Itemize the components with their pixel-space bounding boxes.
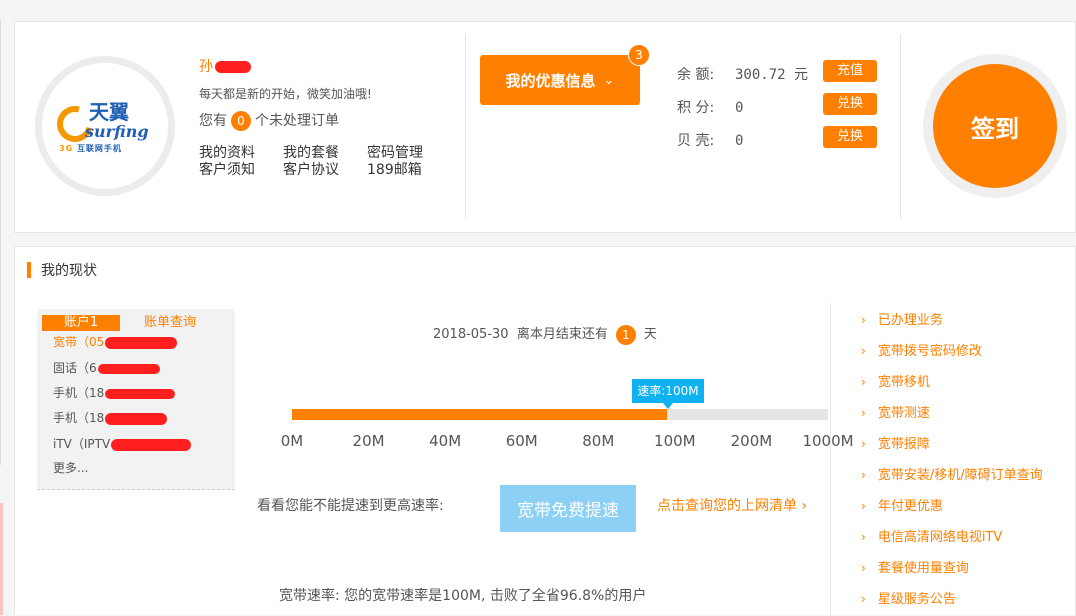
profile-links: 我的资料 我的套餐 密码管理 客户须知 客户协议 189邮箱 <box>199 145 459 179</box>
redaction-mark <box>215 61 251 73</box>
logo-brand-cn: 天翼 <box>89 100 129 124</box>
menu-item-speed-test[interactable]: › 宽带测速 <box>861 398 1043 429</box>
more-services-link[interactable]: 更多... <box>53 459 88 476</box>
chevron-right-icon: › <box>861 375 866 389</box>
left-edge <box>0 20 1 465</box>
recharge-button[interactable]: 充值 <box>823 60 877 82</box>
speed-tick-label: 1000M <box>802 432 854 450</box>
service-item-landline[interactable]: 固话（6 <box>53 359 160 376</box>
orders-count-badge: 0 <box>231 111 251 131</box>
menu-item-itv[interactable]: › 电信高清网络电视iTV <box>861 522 1043 553</box>
sign-in-button[interactable]: 签到 <box>933 64 1057 188</box>
logo-brand-en: surfing <box>85 122 149 141</box>
link-my-plan[interactable]: 我的套餐 <box>283 145 367 162</box>
chevron-right-icon: › <box>861 406 866 420</box>
usage-list-link[interactable]: 点击查询您的上网清单 › <box>657 495 807 515</box>
menu-item-report-fault[interactable]: › 宽带报障 <box>861 429 1043 460</box>
menu-item-dialup-password[interactable]: › 宽带拨号密码修改 <box>861 336 1043 367</box>
chevron-down-icon: ⌄ <box>603 72 615 88</box>
shells-label: 贝 壳: <box>677 133 715 149</box>
redaction-mark <box>105 388 176 399</box>
balance-row: 余 额: 300.72 元 <box>677 64 808 84</box>
chevron-right-icon: › <box>861 344 866 358</box>
shells-row: 贝 壳: 0 <box>677 130 743 150</box>
points-redeem-button[interactable]: 兑换 <box>823 93 877 115</box>
avatar: 天翼 surfing 3G 互联网手机 <box>35 56 175 196</box>
redaction-mark <box>105 336 178 349</box>
days-left-badge: 1 <box>615 324 636 345</box>
user-motto: 每天都是新的开始，微笑加油哦! <box>199 87 372 101</box>
link-my-profile[interactable]: 我的资料 <box>199 145 283 162</box>
account-panel: 账户1 账单查询 宽带（05 固话（6 手机（18 手机（18 iTV（IPTV… <box>37 309 235 490</box>
speed-tick-label: 100M <box>654 432 696 450</box>
service-item-mobile-2[interactable]: 手机（18 <box>53 409 168 426</box>
chevron-right-icon: › <box>797 498 808 514</box>
speed-fill <box>292 409 668 420</box>
menu-item-handled-services[interactable]: › 已办理业务 <box>861 305 1043 336</box>
chevron-right-icon: › <box>861 468 866 482</box>
balance-label: 余 额: <box>677 67 715 83</box>
chevron-right-icon: › <box>861 437 866 451</box>
menu-item-order-query[interactable]: › 宽带安装/移机/障碍订单查询 <box>861 460 1043 491</box>
speed-tick-label: 20M <box>352 432 385 450</box>
bill-query-link[interactable]: 账单查询 <box>144 315 196 331</box>
shells-value: 0 <box>735 133 744 149</box>
balance-value: 300.72 元 <box>735 67 809 83</box>
service-item-mobile-1[interactable]: 手机（18 <box>53 384 176 401</box>
service-menu: › 已办理业务 › 宽带拨号密码修改 › 宽带移机 › 宽带测速 › 宽带报障 › 宽带安装… <box>861 305 1043 615</box>
free-speedup-button[interactable]: 宽带免费提速 <box>500 485 636 532</box>
chevron-right-icon: › <box>861 592 866 606</box>
speed-tick-label: 200M <box>730 432 773 450</box>
accel-question: 看看您能不能提速到更高速率: <box>257 498 444 514</box>
promo-info-button[interactable]: 我的优惠信息 ⌄ <box>480 55 640 105</box>
points-value: 0 <box>735 100 744 116</box>
user-name: 孙 <box>199 56 251 76</box>
menu-item-star-notice[interactable]: › 星级服务公告 <box>861 584 1043 615</box>
divider <box>830 303 831 616</box>
speed-tick-label: 0M <box>280 432 304 450</box>
current-date: 2018-05-30 <box>433 327 509 342</box>
surfing-logo-icon: 天翼 surfing 3G 互联网手机 <box>50 96 155 156</box>
status-card: 我的现状 账户1 账单查询 宽带（05 固话（6 手机（18 手机（18 iTV… <box>14 246 1076 616</box>
menu-item-broadband-move[interactable]: › 宽带移机 <box>861 367 1043 398</box>
speed-tick-label: 60M <box>505 432 538 450</box>
sign-in-ring: 签到 <box>923 54 1067 198</box>
link-password[interactable]: 密码管理 <box>367 145 451 162</box>
divider <box>465 34 466 220</box>
speed-tooltip: 速率:100M <box>632 379 704 409</box>
link-customer-agreement[interactable]: 客户协议 <box>283 162 367 179</box>
points-row: 积 分: 0 <box>677 97 743 117</box>
shells-redeem-button[interactable]: 兑换 <box>823 126 877 148</box>
section-title: 我的现状 <box>27 260 97 280</box>
speed-tick-label: 80M <box>582 432 615 450</box>
link-189-mail[interactable]: 189邮箱 <box>367 162 451 179</box>
month-countdown: 2018-05-30 离本月结束还有 1 天 <box>433 323 657 345</box>
left-edge-strip <box>0 503 3 615</box>
top-bar <box>0 0 1076 20</box>
chevron-right-icon: › <box>861 530 866 544</box>
chevron-right-icon: › <box>861 561 866 575</box>
pending-orders[interactable]: 您有 0 个未处理订单 <box>199 110 339 131</box>
chevron-right-icon: › <box>861 313 866 327</box>
redaction-mark <box>105 412 168 425</box>
speed-track <box>292 409 828 420</box>
speed-tick-label: 40M <box>429 432 462 450</box>
redaction-mark <box>97 363 160 374</box>
menu-item-annual-discount[interactable]: › 年付更优惠 <box>861 491 1043 522</box>
tab-account-1[interactable]: 账户1 <box>42 315 120 331</box>
menu-item-usage-query[interactable]: › 套餐使用量查询 <box>861 553 1043 584</box>
service-item-itv[interactable]: iTV（IPTV <box>53 435 192 452</box>
chevron-right-icon: › <box>861 499 866 513</box>
points-label: 积 分: <box>677 100 715 116</box>
promo-count-badge: 3 <box>628 44 650 66</box>
profile-card: 天翼 surfing 3G 互联网手机 孙 每天都是新的开始，微笑加油哦! 您有… <box>14 21 1076 233</box>
divider <box>900 34 901 220</box>
logo-tagline: 3G 互联网手机 <box>59 144 122 153</box>
service-item-broadband[interactable]: 宽带（05 <box>53 333 178 350</box>
redaction-mark <box>111 438 192 451</box>
speed-result-text: 宽带速率: 您的宽带速率是100M, 击败了全省96.8%的用户 <box>279 588 647 604</box>
link-customer-notice[interactable]: 客户须知 <box>199 162 283 179</box>
